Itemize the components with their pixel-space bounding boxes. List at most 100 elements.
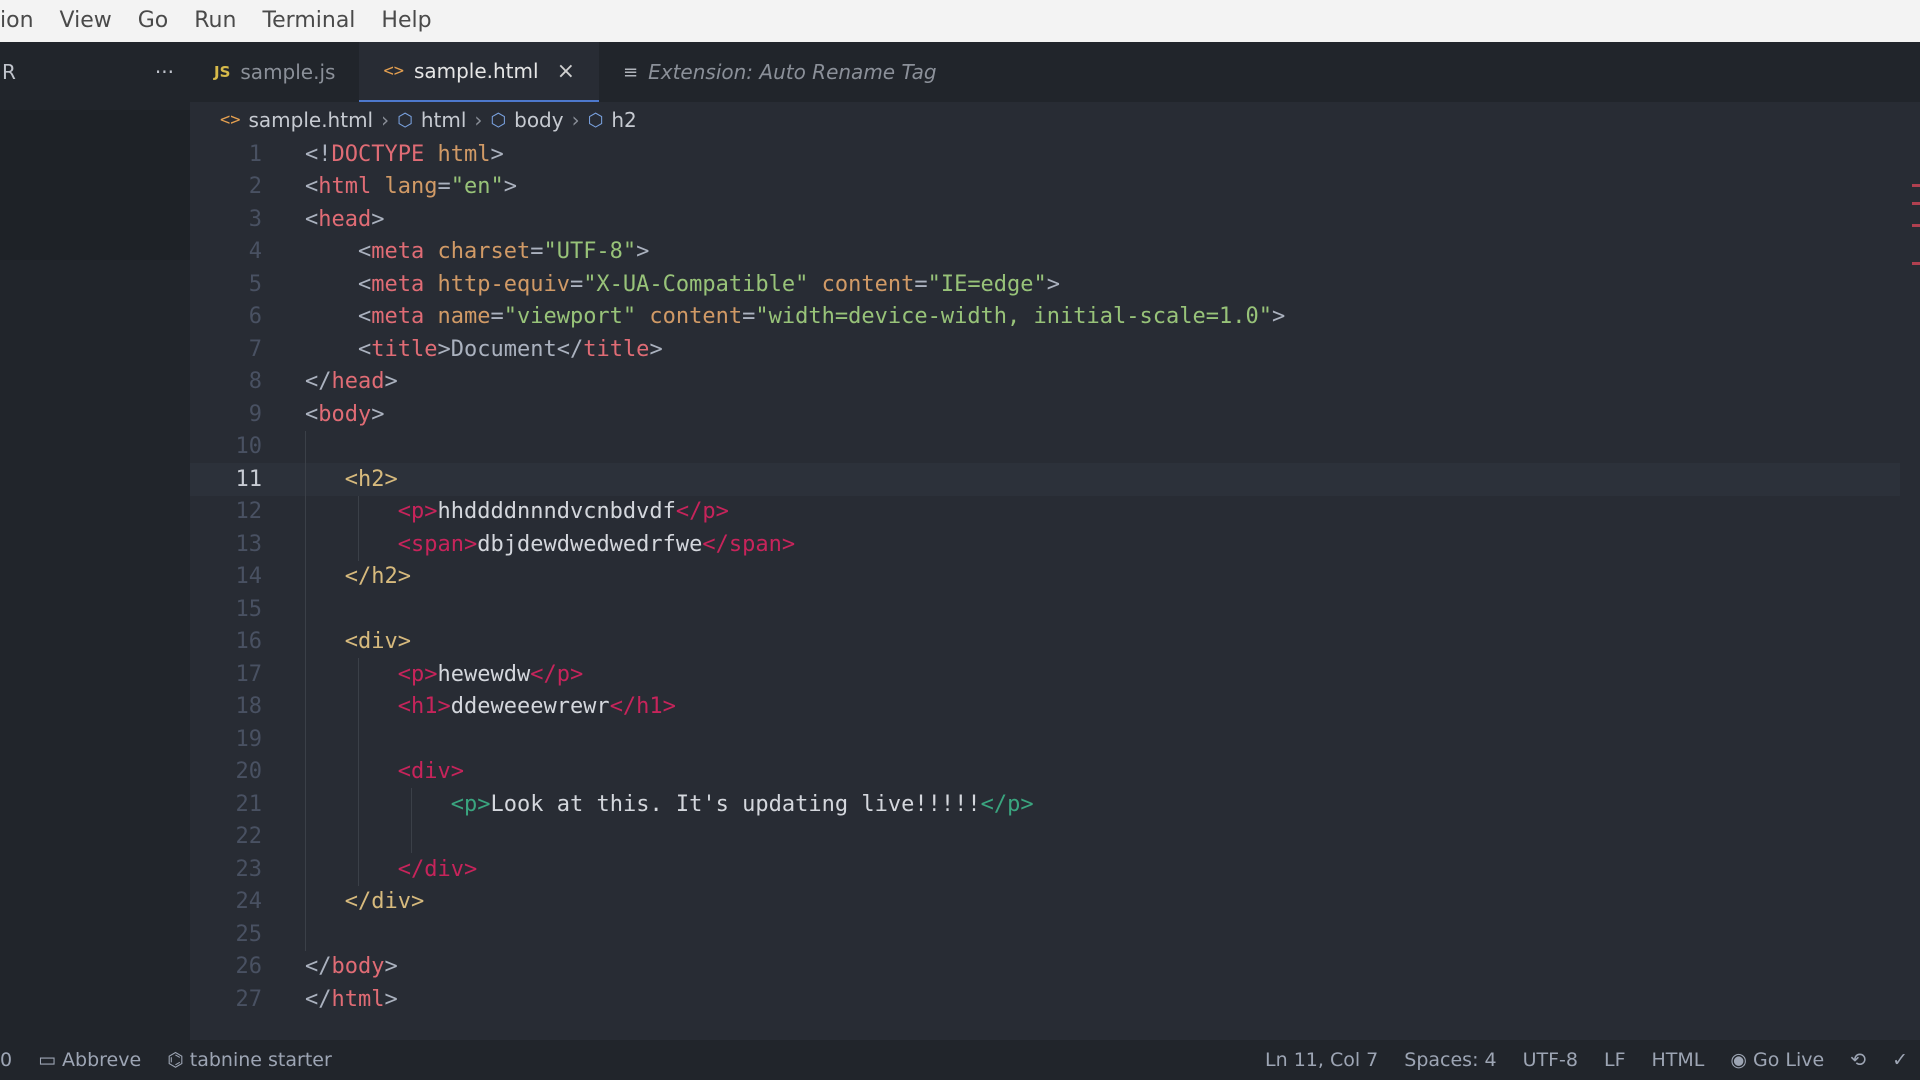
workspace-folder[interactable]: ▭ Abbreve — [38, 1049, 141, 1071]
tab-bar: JS sample.js <> sample.html × ≡ Extensio… — [190, 42, 1920, 102]
code-token: </ — [305, 369, 332, 395]
code-token: <span> — [397, 531, 478, 557]
language-mode[interactable]: HTML — [1652, 1049, 1705, 1071]
code-line[interactable]: 27 </html> — [190, 983, 1920, 1016]
code-line[interactable]: 11 <h2> — [190, 463, 1900, 496]
line-number: 5 — [248, 271, 262, 297]
code-line[interactable]: 7 <title>Document</title> — [190, 333, 1920, 366]
menu-help[interactable]: Help — [368, 0, 444, 42]
code-line[interactable]: 8 </head> — [190, 366, 1920, 399]
code-text: <p>Look at this. It's updating live!!!!!… — [451, 792, 1034, 817]
code-line[interactable]: 4 <meta charset="UTF-8"> — [190, 236, 1920, 269]
code-token: < — [358, 304, 372, 330]
chevron-right-icon: › — [474, 108, 483, 132]
html-file-icon: <> — [383, 61, 404, 81]
menu-terminal[interactable]: Terminal — [249, 0, 368, 42]
code-token: "X-UA-Compatible" — [583, 271, 809, 297]
breadcrumb-html[interactable]: html — [421, 108, 467, 132]
code-token: title — [371, 336, 438, 362]
code-line[interactable]: 17 <p>hewewdw</p> — [190, 658, 1920, 691]
code-line[interactable]: 3 <head> — [190, 203, 1920, 236]
indentation[interactable]: Spaces: 4 — [1404, 1049, 1496, 1071]
code-line[interactable]: 25 — [190, 918, 1920, 951]
tab-label: sample.js — [240, 60, 336, 84]
line-number: 12 — [235, 499, 263, 525]
sync-icon[interactable]: ⟲ — [1850, 1049, 1866, 1071]
code-line[interactable]: 10 — [190, 430, 1920, 463]
code-line[interactable]: 19 — [190, 723, 1920, 756]
chevron-right-icon: › — [571, 108, 580, 132]
code-line[interactable]: 6 <meta name="viewport" content="width=de… — [190, 301, 1920, 334]
code-token: <div> — [344, 629, 411, 655]
code-line[interactable]: 1 <!DOCTYPE html> — [190, 138, 1920, 171]
code-line[interactable]: 24 </div> — [190, 885, 1920, 918]
code-line[interactable]: 9 <body> — [190, 398, 1920, 431]
tabnine-status[interactable]: ⌬ tabnine starter — [167, 1049, 332, 1071]
check-icon[interactable]: ✓ — [1892, 1049, 1908, 1071]
close-icon[interactable]: × — [557, 59, 575, 84]
code-line[interactable]: 12 <p>hhddddnnndvcnbdvdf</p> — [190, 495, 1920, 528]
code-token: head — [331, 369, 385, 395]
tab-sample-html[interactable]: <> sample.html × — [359, 42, 600, 102]
code-line[interactable]: 15 — [190, 593, 1920, 626]
code-token: > — [384, 954, 398, 980]
code-token: </h1> — [609, 694, 676, 720]
code-token: > — [384, 369, 398, 395]
code-token: > — [437, 336, 451, 362]
breadcrumb-file[interactable]: sample.html — [248, 108, 373, 132]
line-number: 10 — [235, 434, 263, 460]
code-text: <!DOCTYPE html> — [305, 142, 504, 167]
code-line[interactable]: 16 <div> — [190, 625, 1920, 658]
breadcrumb: <> sample.html › ⬡ html › ⬡ body › ⬡ h2 — [190, 102, 1920, 138]
code-text: <h1>ddeweeewrewr</h1> — [398, 694, 676, 719]
code-token: html — [318, 174, 372, 200]
code-line[interactable]: 23 </div> — [190, 853, 1920, 886]
overview-ruler — [1910, 162, 1920, 282]
code-token: > — [384, 986, 398, 1012]
menu-selection[interactable]: ion — [0, 0, 47, 42]
end-of-line[interactable]: LF — [1604, 1049, 1626, 1071]
code-line[interactable]: 21 <p>Look at this. It's updating live!!!… — [190, 788, 1920, 821]
code-token: DOCTYPE — [331, 141, 425, 167]
code-token: content — [821, 271, 915, 297]
tab-sample-js[interactable]: JS sample.js — [190, 42, 359, 102]
breadcrumb-body[interactable]: body — [514, 108, 563, 132]
code-token: < — [305, 401, 319, 427]
code-line[interactable]: 18 <h1>ddeweeewrewr</h1> — [190, 690, 1920, 723]
line-number: 21 — [235, 791, 263, 817]
code-token: <h1> — [397, 694, 451, 720]
line-number: 19 — [235, 726, 263, 752]
code-token: > — [371, 401, 385, 427]
cursor-position[interactable]: Ln 11, Col 7 — [1265, 1049, 1378, 1071]
code-line[interactable]: 2 <html lang="en"> — [190, 171, 1920, 204]
code-token: </span> — [702, 531, 796, 557]
code-editor[interactable]: 1 <!DOCTYPE html> 2 <html lang="en"> 3 <head>… — [190, 138, 1920, 1016]
code-line[interactable]: 22 — [190, 820, 1920, 853]
broadcast-icon: ◉ — [1730, 1049, 1747, 1071]
menu-run[interactable]: Run — [181, 0, 249, 42]
code-line[interactable]: 14 </h2> — [190, 560, 1920, 593]
code-line[interactable]: 26 </body> — [190, 951, 1920, 984]
code-token: body — [331, 954, 385, 980]
code-text: </h2> — [345, 564, 411, 589]
explorer-sidebar: R ··· — [0, 42, 190, 1040]
menu-view[interactable]: View — [47, 0, 125, 42]
code-line[interactable]: 13 <span>dbjdewdwedwedrfwe</span> — [190, 528, 1920, 561]
code-token: Look at this. It's updating live!!!!! — [490, 791, 981, 817]
code-text: <h2> — [345, 467, 398, 492]
code-line[interactable]: 5 <meta http-equiv="X-UA-Compatible" cont… — [190, 268, 1920, 301]
problems-count[interactable]: 0 — [0, 1049, 12, 1071]
code-text: </body> — [305, 954, 398, 979]
go-live-button[interactable]: ◉ Go Live — [1730, 1049, 1824, 1071]
encoding[interactable]: UTF-8 — [1523, 1049, 1578, 1071]
code-text: <meta charset="UTF-8"> — [358, 239, 649, 264]
code-token: head — [318, 206, 372, 232]
code-line[interactable]: 20 <div> — [190, 755, 1920, 788]
more-actions-icon[interactable]: ··· — [155, 60, 174, 84]
code-token: > — [649, 336, 663, 362]
menu-go[interactable]: Go — [125, 0, 182, 42]
code-text: <span>dbjdewdwedwedrfwe</span> — [398, 532, 795, 557]
tab-extension-auto-rename-tag[interactable]: ≡ Extension: Auto Rename Tag — [599, 42, 961, 102]
breadcrumb-h2[interactable]: h2 — [611, 108, 636, 132]
